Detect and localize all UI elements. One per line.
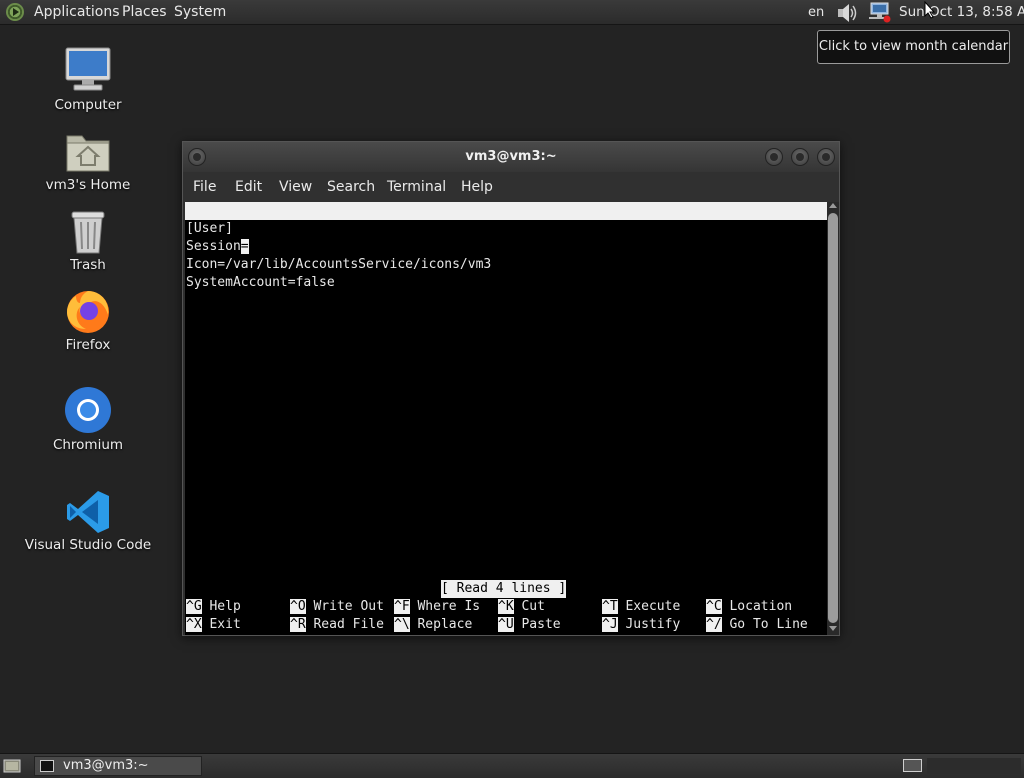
shortcut-label: Exit — [209, 617, 241, 632]
taskbar-terminal-button[interactable]: vm3@vm3:~ — [34, 756, 202, 776]
desktop-icon-trash[interactable]: Trash — [18, 208, 158, 278]
menu-edit[interactable]: Edit — [235, 179, 262, 195]
workspace-1[interactable] — [903, 759, 922, 772]
chromium-icon — [65, 387, 111, 433]
shortcut-replace: ^\ Replace — [394, 616, 472, 634]
computer-icon — [65, 47, 111, 91]
shortcut-paste: ^U Paste — [498, 616, 561, 634]
desktop-icon-label: Firefox — [65, 337, 111, 353]
shortcut-key: ^C — [706, 599, 722, 614]
shortcut-justify: ^J Justify — [602, 616, 680, 634]
shortcut-label: Cut — [521, 599, 545, 614]
maximize-button[interactable] — [791, 148, 809, 166]
shortcut-label: Help — [209, 599, 241, 614]
show-desktop-icon[interactable] — [3, 758, 21, 774]
shortcut-execute: ^T Execute — [602, 598, 680, 616]
terminal-content[interactable]: GNU nano 8.2 /var/lib/AccountsService/us… — [185, 202, 827, 635]
window-title: vm3@vm3:~ — [465, 149, 557, 164]
desktop-icon-computer[interactable]: Computer — [18, 46, 158, 116]
menu-file[interactable]: File — [193, 179, 216, 195]
text-cursor: = — [240, 239, 249, 254]
menu-search[interactable]: Search — [327, 179, 375, 195]
shortcut-key: ^R — [290, 617, 306, 632]
shortcut-key: ^X — [186, 617, 202, 632]
terminal-icon — [40, 760, 54, 772]
desktop-icon-label: Computer — [54, 97, 122, 113]
shortcut-key: ^G — [186, 599, 202, 614]
shortcut-key: ^O — [290, 599, 306, 614]
applications-menu-icon[interactable] — [6, 3, 24, 21]
bottom-panel: vm3@vm3:~ — [0, 753, 1024, 778]
desktop-icon-home[interactable]: vm3's Home — [18, 128, 158, 198]
desktop-icon-chromium[interactable]: Chromium — [18, 386, 158, 456]
shortcut-where-is: ^F Where Is — [394, 598, 480, 616]
minimize-button[interactable] — [765, 148, 783, 166]
keyboard-layout-indicator[interactable]: en — [808, 5, 824, 20]
menu-terminal[interactable]: Terminal — [387, 179, 446, 195]
terminal-window: vm3@vm3:~ File Edit View Search Terminal… — [182, 141, 840, 636]
vscode-icon — [67, 491, 109, 533]
shortcut-key: ^F — [394, 599, 410, 614]
shortcut-label: Where Is — [417, 599, 481, 614]
shortcut-write-out: ^O Write Out — [290, 598, 384, 616]
workspace-2[interactable] — [927, 758, 1021, 774]
firefox-icon — [67, 291, 109, 333]
menu-view[interactable]: View — [279, 179, 312, 195]
scroll-down-icon[interactable] — [829, 626, 837, 631]
shortcut-key: ^\ — [394, 617, 410, 632]
shortcut-exit: ^X Exit — [186, 616, 241, 634]
shortcut-key: ^J — [602, 617, 618, 632]
shortcut-cut: ^K Cut — [498, 598, 545, 616]
desktop-icon-label: Trash — [70, 257, 106, 273]
desktop-icon-label: Chromium — [52, 437, 124, 453]
shortcut-label: Justify — [625, 617, 681, 632]
clock[interactable]: Sun Oct 13, 8:58 AM — [899, 4, 1024, 20]
scrollbar-thumb[interactable] — [828, 213, 838, 623]
file-line: SystemAccount=false — [186, 275, 335, 290]
close-button[interactable] — [817, 148, 835, 166]
shortcut-go-to-line: ^/ Go To Line — [706, 616, 808, 634]
title-bar[interactable]: vm3@vm3:~ — [183, 142, 839, 172]
applications-menu[interactable]: Applications — [34, 4, 120, 20]
scroll-up-icon[interactable] — [829, 203, 837, 208]
shortcut-label: Execute — [625, 599, 681, 614]
shortcut-read-file: ^R Read File — [290, 616, 384, 634]
shortcut-location: ^C Location — [706, 598, 792, 616]
places-menu[interactable]: Places — [122, 4, 167, 20]
desktop-icon-label: Visual Studio Code — [24, 537, 152, 553]
shortcut-key: ^/ — [706, 617, 722, 632]
shortcut-label: Location — [729, 599, 793, 614]
shortcut-key: ^U — [498, 617, 514, 632]
desktop-icon-label: vm3's Home — [45, 177, 131, 193]
taskbar-label: vm3@vm3:~ — [63, 758, 149, 773]
shortcut-help: ^G Help — [186, 598, 241, 616]
shortcut-label: Go To Line — [729, 617, 808, 632]
file-line: Session= — [186, 238, 249, 256]
system-menu[interactable]: System — [174, 4, 226, 20]
trash-icon — [71, 211, 105, 254]
file-line-text: Session — [186, 239, 241, 254]
shortcut-label: Paste — [521, 617, 561, 632]
shortcut-label: Write Out — [313, 599, 384, 614]
home-folder-icon — [66, 135, 110, 172]
shortcut-key: ^K — [498, 599, 514, 614]
terminal-menubar: File Edit View Search Terminal Help — [183, 172, 839, 202]
mouse-cursor-icon — [924, 1, 936, 19]
menu-help[interactable]: Help — [461, 179, 493, 195]
shortcut-key: ^T — [602, 599, 618, 614]
top-panel: Applications Places System en Sun Oct 13… — [0, 0, 1024, 25]
speaker-icon[interactable] — [836, 3, 860, 23]
desktop-icon-firefox[interactable]: Firefox — [18, 287, 158, 357]
calendar-tooltip: Click to view month calendar — [817, 30, 1010, 64]
network-icon[interactable] — [868, 2, 892, 23]
nano-filepath: /var/lib/AccountsService/users/vm3 — [385, 239, 652, 254]
shortcut-label: Replace — [417, 617, 473, 632]
file-line: [User] — [186, 221, 233, 236]
shortcut-label: Read File — [313, 617, 384, 632]
file-line: Icon=/var/lib/AccountsService/icons/vm3 — [186, 257, 492, 272]
nano-header: GNU nano 8.2 /var/lib/AccountsService/us… — [185, 202, 827, 254]
desktop-icon-vscode[interactable]: Visual Studio Code — [18, 488, 158, 558]
nano-status-message: [ Read 4 lines ] — [441, 580, 567, 598]
